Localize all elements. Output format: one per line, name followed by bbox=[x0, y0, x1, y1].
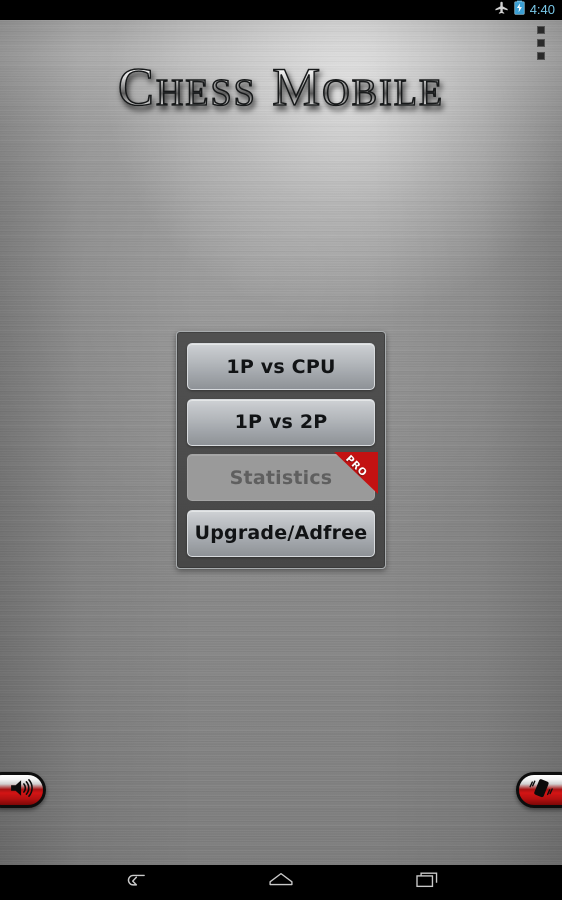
overflow-dot-icon bbox=[537, 39, 545, 47]
status-bar: 4:40 bbox=[0, 0, 562, 20]
recents-button[interactable] bbox=[406, 869, 448, 897]
speaker-volume-icon bbox=[9, 778, 35, 803]
app-title: Chess Mobile bbox=[0, 59, 562, 115]
back-button[interactable] bbox=[114, 869, 156, 897]
overflow-dot-icon bbox=[537, 52, 545, 60]
airplane-mode-icon bbox=[494, 1, 509, 20]
button-statistics[interactable]: Statistics PRO bbox=[187, 452, 378, 502]
button-1p-vs-2p[interactable]: 1P vs 2P bbox=[187, 398, 375, 446]
app-screen: 4:40 Chess Mobile 1P vs CPU 1P vs 2P Sta… bbox=[0, 0, 562, 900]
home-button[interactable] bbox=[260, 869, 302, 897]
android-navigation-bar bbox=[0, 865, 562, 900]
button-label: Upgrade/Adfree bbox=[194, 522, 368, 545]
status-bar-clock: 4:40 bbox=[529, 2, 555, 17]
sound-toggle-button[interactable] bbox=[0, 772, 46, 808]
button-label: 1P vs CPU bbox=[226, 355, 336, 378]
main-menu-panel: 1P vs CPU 1P vs 2P Statistics PRO Upgrad… bbox=[176, 331, 386, 569]
pro-badge-label: PRO bbox=[343, 453, 369, 480]
home-icon bbox=[267, 870, 295, 895]
button-1p-vs-cpu[interactable]: 1P vs CPU bbox=[187, 343, 375, 390]
overflow-dot-icon bbox=[537, 26, 545, 34]
overflow-menu-button[interactable] bbox=[530, 23, 552, 63]
recent-apps-icon bbox=[414, 870, 440, 895]
button-upgrade-adfree[interactable]: Upgrade/Adfree bbox=[187, 509, 375, 557]
pro-badge-ribbon: PRO bbox=[334, 452, 378, 495]
button-label: Statistics bbox=[229, 466, 333, 489]
vibrate-toggle-button[interactable] bbox=[516, 772, 562, 808]
battery-charging-icon bbox=[514, 0, 525, 20]
back-arrow-icon bbox=[122, 870, 148, 895]
button-label: 1P vs 2P bbox=[234, 411, 328, 434]
vibrate-icon bbox=[527, 777, 555, 804]
